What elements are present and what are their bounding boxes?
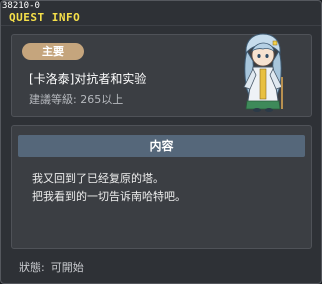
quest-level-requirement: 建議等級: 265以上 xyxy=(29,93,124,106)
quest-name: [卡洛泰]对抗者和实验 xyxy=(29,72,147,86)
status-label: 狀態: xyxy=(19,261,45,274)
content-line-1: 我又回到了已经复原的塔。 xyxy=(32,172,164,185)
content-header: 内容 xyxy=(18,135,305,157)
content-line-2: 把我看到的一切告诉南哈特吧。 xyxy=(32,190,186,203)
quest-content-panel: 内容 我又回到了已经复原的塔。 把我看到的一切告诉南哈特吧。 xyxy=(11,125,312,249)
quest-category-badge: 主要 xyxy=(22,43,84,60)
npc-portrait-icon xyxy=(243,33,283,112)
title-divider xyxy=(1,25,321,26)
window-title: QUEST INFO xyxy=(9,11,81,24)
status-value: 可開始 xyxy=(50,261,84,274)
quest-status: 狀態: 可開始 xyxy=(19,259,84,275)
quest-info-window: 38210-0 QUEST INFO 主要 [卡洛泰]对抗者和实验 建議等級: … xyxy=(0,0,322,284)
quest-id: 38210-0 xyxy=(2,1,40,11)
